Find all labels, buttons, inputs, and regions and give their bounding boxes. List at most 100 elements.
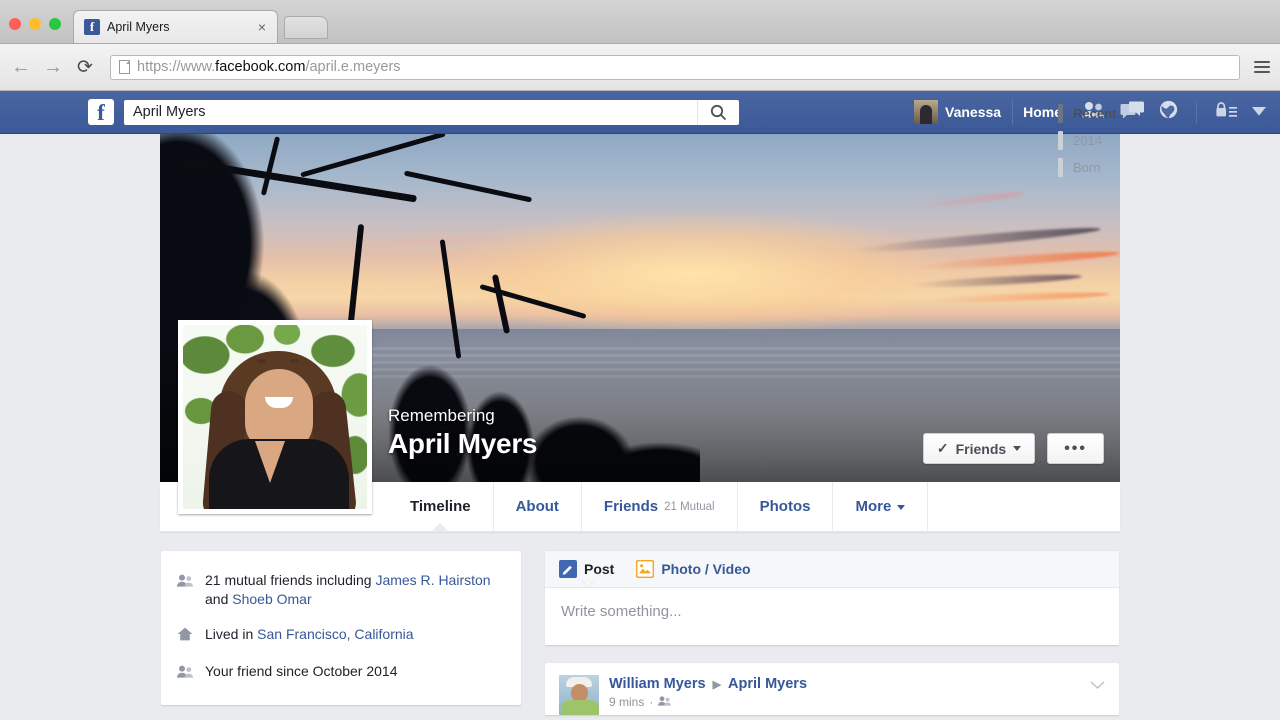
browser-tab[interactable]: f April Myers × (73, 10, 278, 43)
composer-input-area[interactable]: Write something... (545, 588, 1119, 645)
profile-photo-image (183, 325, 367, 509)
post-author-avatar[interactable] (559, 675, 599, 715)
friends-button-label: Friends (956, 441, 1007, 457)
timeline-year-nav: Recent 2014 Born (1058, 100, 1248, 181)
nav-profile-link[interactable]: Vanessa (914, 99, 1013, 125)
post-timestamp[interactable]: 9 mins (609, 695, 644, 709)
tab-label: Friends (604, 498, 658, 515)
profile-photo[interactable] (178, 320, 372, 514)
post-header: William Myers ▶ April Myers 9 mins · (545, 663, 1119, 715)
intro-text: 21 mutual friends including James R. Hai… (205, 571, 505, 609)
tab-photos[interactable]: Photos (738, 482, 834, 531)
close-window-button[interactable] (9, 18, 21, 30)
tab-label: Timeline (410, 498, 471, 515)
cover-section: Remembering April Myers ✓ Friends ••• (160, 134, 1120, 482)
hometown-link[interactable]: San Francisco, California (257, 626, 413, 642)
browser-tab-title: April Myers (107, 20, 255, 34)
composer-tabs: Post Photo / Video (545, 551, 1119, 588)
facebook-page: f Vanessa Home (0, 91, 1280, 720)
post-timestamp-line: 9 mins · (609, 695, 1080, 709)
window-controls (0, 18, 71, 43)
browser-menu-icon[interactable] (1254, 61, 1270, 73)
friends-button[interactable]: ✓ Friends (923, 433, 1035, 464)
address-bar[interactable]: https://www.facebook.com/april.e.meyers (110, 55, 1240, 80)
forward-icon[interactable]: → (42, 57, 64, 77)
facebook-favicon-icon: f (84, 19, 100, 35)
remembering-label: Remembering (388, 404, 537, 427)
friends-audience-icon[interactable] (658, 695, 671, 709)
intro-card: 21 mutual friends including James R. Hai… (160, 550, 522, 706)
nav-user-name: Vanessa (945, 104, 1001, 120)
active-composer-caret-icon (581, 579, 595, 587)
avatar (914, 100, 938, 124)
year-nav-item-born[interactable]: Born (1058, 154, 1248, 181)
check-icon: ✓ (937, 440, 949, 457)
intro-row-friend-since: Your friend since October 2014 (177, 652, 505, 689)
browser-window: f April Myers × ← → ⟳ https://www.facebo… (0, 0, 1280, 720)
post-author-name[interactable]: William Myers (609, 676, 706, 692)
browser-toolbar: ← → ⟳ https://www.facebook.com/april.e.m… (0, 44, 1280, 91)
intro-prefix: Lived in (205, 626, 257, 642)
search-input[interactable] (124, 104, 697, 120)
ellipsis-icon: ••• (1064, 440, 1087, 458)
chevron-down-icon (1013, 446, 1021, 451)
cover-name-block: Remembering April Myers (388, 404, 537, 460)
post-options-chevron-icon[interactable] (1090, 675, 1105, 715)
composer-tab-label: Photo / Video (661, 561, 750, 577)
post-card: William Myers ▶ April Myers 9 mins · (544, 662, 1120, 716)
chevron-down-icon (897, 505, 905, 510)
maximize-window-button[interactable] (49, 18, 61, 30)
tab-label: Photos (760, 498, 811, 515)
year-nav-item-2014[interactable]: 2014 (1058, 127, 1248, 154)
facebook-logo-icon[interactable]: f (88, 99, 114, 125)
nav-home-link[interactable]: Home (1023, 104, 1062, 120)
composer-card: Post Photo / Video Write something... (544, 550, 1120, 646)
intro-text: Lived in San Francisco, California (205, 625, 505, 644)
intro-row-mutual-friends: 21 mutual friends including James R. Hai… (177, 565, 505, 615)
post-target-name[interactable]: April Myers (728, 676, 807, 692)
account-caret-icon[interactable] (1252, 103, 1266, 121)
close-tab-icon[interactable]: × (255, 20, 269, 34)
year-nav-label: Born (1073, 160, 1100, 175)
profile-content: 21 mutual friends including James R. Hai… (160, 532, 1120, 720)
page-document-icon (119, 60, 130, 74)
tab-label: More (855, 498, 891, 515)
mutual-friend-link-1[interactable]: James R. Hairston (375, 572, 490, 588)
composer-tab-label: Post (584, 561, 614, 577)
intro-text: Your friend since October 2014 (205, 662, 505, 681)
cover-action-buttons: ✓ Friends ••• (923, 433, 1104, 464)
composer-tab-post[interactable]: Post (559, 560, 614, 578)
minimize-window-button[interactable] (29, 18, 41, 30)
search-icon[interactable] (697, 100, 739, 125)
tab-bar-filler (928, 482, 1120, 531)
year-nav-marker (1058, 131, 1063, 150)
tab-more[interactable]: More (833, 482, 928, 531)
more-options-button[interactable]: ••• (1047, 433, 1104, 464)
page-title: April Myers (388, 427, 537, 460)
year-nav-label: Recent (1073, 106, 1116, 121)
new-tab-button[interactable] (284, 16, 328, 39)
home-icon (177, 625, 193, 646)
url-scheme: https://www. (137, 59, 215, 75)
intro-mid: and (205, 591, 232, 607)
address-bar-url: https://www.facebook.com/april.e.meyers (137, 59, 401, 75)
post-meta: William Myers ▶ April Myers 9 mins · (609, 675, 1080, 715)
year-nav-label: 2014 (1073, 133, 1102, 148)
post-dot-separator: · (649, 695, 653, 709)
tab-friends[interactable]: Friends 21 Mutual (582, 482, 738, 531)
reload-icon[interactable]: ⟳ (74, 58, 96, 77)
photo-icon (636, 560, 654, 578)
active-tab-caret-icon (431, 523, 449, 532)
composer-tab-photo-video[interactable]: Photo / Video (636, 560, 750, 578)
tab-timeline[interactable]: Timeline (388, 482, 494, 531)
back-icon[interactable]: ← (10, 57, 32, 77)
search-box[interactable] (124, 100, 739, 125)
browser-tab-strip: f April Myers × (0, 0, 1280, 44)
mutual-friend-link-2[interactable]: Shoeb Omar (232, 591, 311, 607)
tab-about[interactable]: About (494, 482, 582, 531)
url-domain: facebook.com (215, 59, 305, 75)
tab-label: About (516, 498, 559, 515)
right-column: Post Photo / Video Write something... (544, 550, 1120, 716)
left-column: 21 mutual friends including James R. Hai… (160, 550, 522, 720)
year-nav-item-recent[interactable]: Recent (1058, 100, 1248, 127)
